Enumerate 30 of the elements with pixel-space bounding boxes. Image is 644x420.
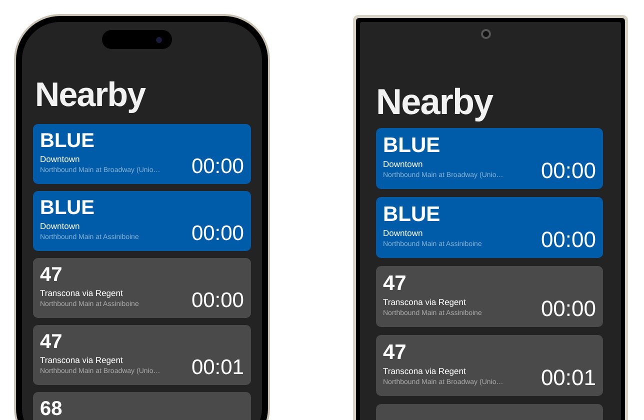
arrival-time: 00:01	[540, 367, 596, 389]
arrival-time: 00:00	[540, 229, 596, 251]
route-name: BLUE	[383, 134, 440, 157]
camera-lens-icon	[481, 29, 491, 39]
arrival-time: 00:00	[540, 160, 596, 182]
destination: Transcona via Regent	[40, 288, 123, 299]
destination: Transcona via Regent	[383, 297, 466, 308]
route-card[interactable]: 68	[33, 392, 251, 420]
page-title: Nearby	[35, 78, 147, 112]
route-name: BLUE	[383, 203, 440, 226]
route-name: 47	[40, 264, 62, 286]
route-name: 47	[40, 331, 62, 353]
route-name: 47	[383, 272, 406, 295]
destination: Downtown	[383, 159, 423, 170]
route-name: 47	[383, 341, 406, 364]
route-name: 68	[40, 398, 62, 420]
arrival-time: 00:01	[191, 357, 244, 378]
route-name: BLUE	[40, 197, 94, 219]
camera-notch	[102, 30, 172, 49]
destination: Downtown	[383, 228, 423, 239]
arrival-time: 00:00	[540, 298, 596, 320]
destination: Downtown	[40, 221, 80, 232]
destination: Transcona via Regent	[40, 355, 123, 366]
arrival-time: 00:00	[191, 156, 244, 177]
destination: Transcona via Regent	[383, 366, 466, 377]
route-name: BLUE	[40, 130, 94, 152]
arrival-time: 00:00	[191, 290, 244, 311]
destination: Downtown	[40, 154, 80, 165]
page-title: Nearby	[376, 84, 494, 120]
arrival-time: 00:00	[191, 223, 244, 244]
